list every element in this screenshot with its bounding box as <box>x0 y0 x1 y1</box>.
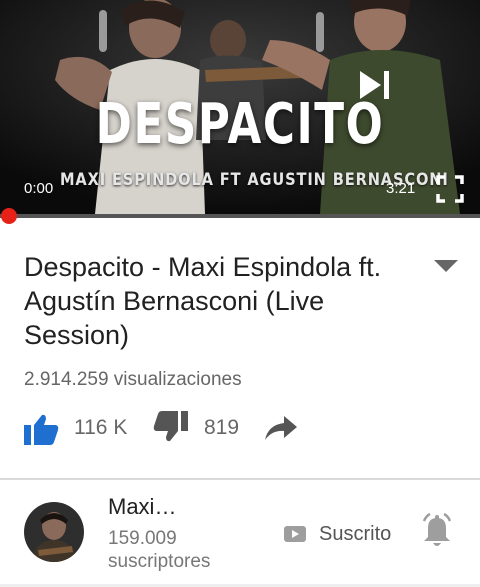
total-time: 3:21 <box>386 180 416 197</box>
subscription-icon <box>284 526 306 542</box>
view-count: 2.914.259 visualizaciones <box>24 369 242 390</box>
video-player[interactable]: DESPACITO MAXI ESPINDOLA FT AGUSTIN BERN… <box>0 0 480 218</box>
subscribe-button[interactable]: Suscrito <box>282 518 402 550</box>
section-divider <box>0 478 480 480</box>
overlay-artists: MAXI ESPINDOLA FT AGUSTIN BERNASCONI <box>60 170 449 190</box>
like-count: 116 K <box>74 416 128 439</box>
thumbs-down-icon <box>153 411 188 442</box>
channel-avatar[interactable] <box>24 502 84 562</box>
next-icon[interactable] <box>357 68 391 102</box>
subscribe-label: Suscrito <box>319 523 392 545</box>
bell-icon[interactable] <box>420 513 454 549</box>
progress-track[interactable] <box>0 214 480 218</box>
channel-name[interactable]: Maxi… <box>108 494 176 520</box>
fullscreen-icon[interactable] <box>436 175 464 203</box>
progress-scrubber[interactable] <box>1 208 17 224</box>
share-icon[interactable] <box>264 414 298 442</box>
expand-icon[interactable] <box>432 258 460 274</box>
dislike-button[interactable]: 819 <box>152 410 246 444</box>
video-title: Despacito - Maxi Espindola ft. Agustín B… <box>24 252 382 350</box>
current-time: 0:00 <box>24 180 54 197</box>
thumbs-up-icon <box>24 414 59 445</box>
subscriber-count: 159.009 suscriptores <box>108 528 211 572</box>
dislike-count: 819 <box>204 416 240 439</box>
like-button[interactable]: 116 K <box>24 410 134 445</box>
